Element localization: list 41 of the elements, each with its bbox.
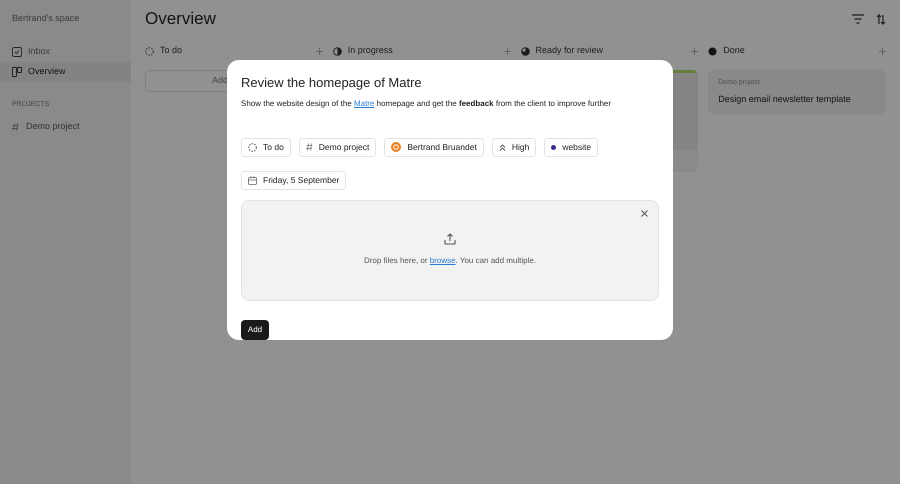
project-item[interactable]: Demo project bbox=[0, 118, 131, 136]
filter-icon[interactable] bbox=[852, 14, 864, 24]
dashed-circle-icon bbox=[248, 142, 257, 152]
column-title: In progress bbox=[348, 44, 393, 58]
card-title: Design email newsletter template bbox=[718, 92, 852, 106]
text-link[interactable]: Matre bbox=[354, 98, 374, 108]
task-description: Show the website design of the Matre homepage and get the feedback from the client to improve further bbox=[241, 98, 612, 110]
browse-link[interactable]: browse bbox=[430, 256, 456, 266]
dropzone-text: Drop files here, or browse. You can add multiple. bbox=[364, 255, 536, 268]
tag-chip[interactable]: website bbox=[544, 138, 598, 156]
page-title: Overview bbox=[145, 8, 216, 30]
status-chip[interactable]: To do bbox=[241, 138, 291, 156]
half-circle-icon bbox=[332, 46, 342, 56]
plus-icon[interactable] bbox=[879, 48, 886, 54]
plus-icon[interactable] bbox=[691, 48, 698, 54]
column-title: To do bbox=[160, 44, 182, 58]
dashed-circle-icon bbox=[145, 46, 154, 56]
sidebar-item[interactable]: Overview bbox=[0, 62, 131, 82]
add-button[interactable]: Add bbox=[241, 320, 269, 340]
plus-icon[interactable] bbox=[504, 48, 510, 54]
close-icon[interactable] bbox=[641, 210, 648, 216]
hash-icon bbox=[12, 123, 19, 131]
project-chip[interactable]: Demo project bbox=[298, 138, 376, 156]
file-dropzone[interactable]: Drop files here, or browse. You can add multiple. bbox=[241, 200, 659, 301]
sort-icon[interactable] bbox=[876, 14, 886, 24]
calendar-icon bbox=[248, 176, 257, 184]
column-title: Ready for review bbox=[536, 44, 604, 58]
double-chevron-icon bbox=[498, 144, 506, 150]
inbox-icon bbox=[12, 46, 22, 56]
hash-icon bbox=[306, 143, 313, 151]
plus-icon[interactable] bbox=[316, 48, 323, 54]
board-icon bbox=[12, 66, 22, 76]
column-title: Done bbox=[723, 44, 745, 58]
date-chip[interactable]: Friday, 5 September bbox=[241, 170, 346, 190]
upload-icon bbox=[444, 233, 456, 246]
assignee-chip[interactable]: Bertrand Bruandet bbox=[384, 138, 484, 156]
filled-circle-icon bbox=[708, 46, 718, 56]
task-title: Review the homepage of Matre bbox=[241, 74, 423, 92]
priority-chip[interactable]: High bbox=[492, 138, 536, 156]
three-quarter-circle-icon bbox=[520, 46, 530, 56]
avatar-icon bbox=[391, 142, 402, 152]
